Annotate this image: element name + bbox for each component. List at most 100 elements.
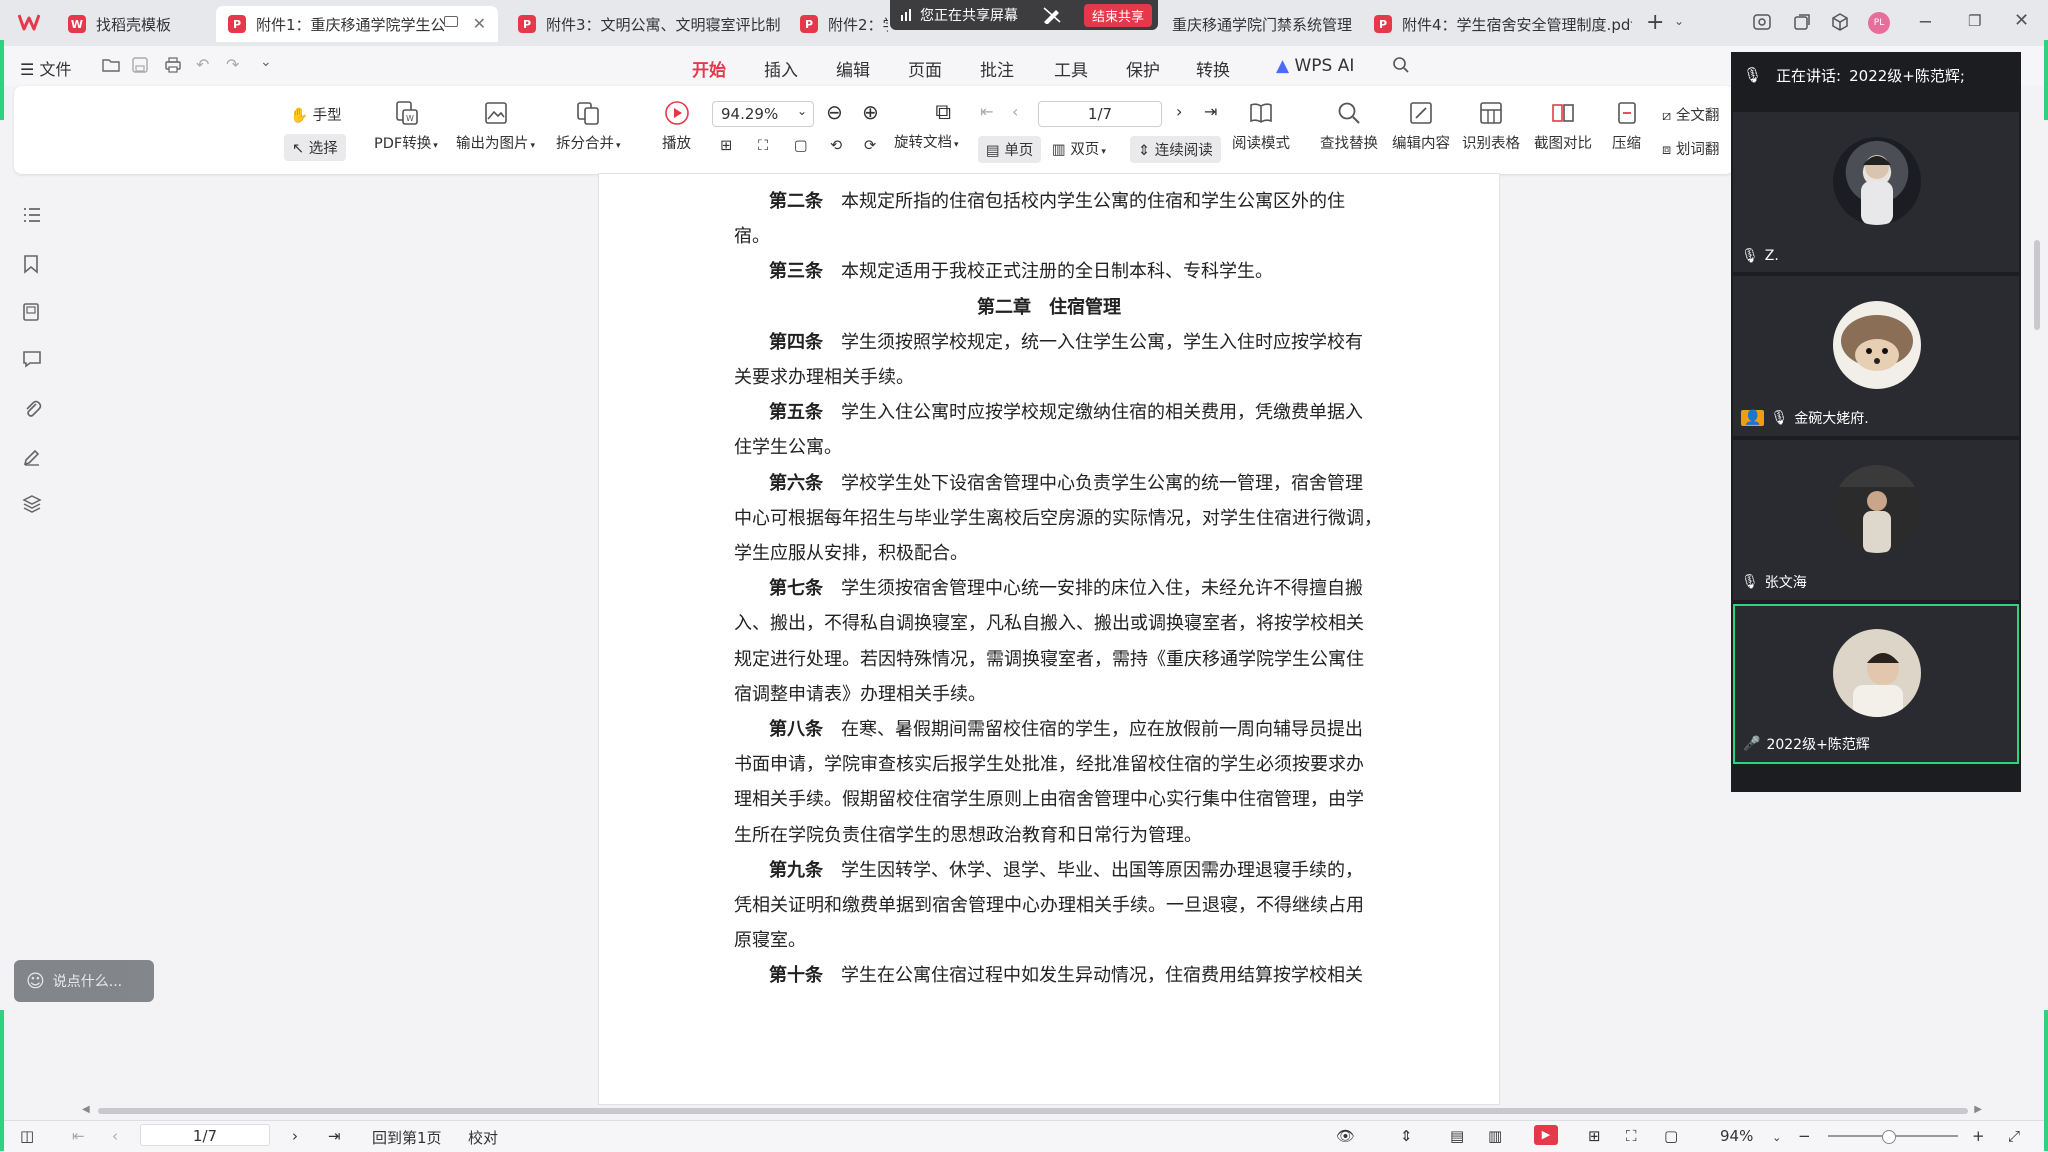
new-tab-button[interactable]: +: [1646, 10, 1664, 35]
scroll-thumb[interactable]: [98, 1108, 1968, 1114]
participant-tile[interactable]: 🎙 张文海: [1733, 440, 2019, 600]
outline-icon[interactable]: [22, 206, 42, 228]
tab-attachment-1[interactable]: P 附件1：重庆移通学院学生公 ✕: [216, 6, 498, 42]
menu-wps-ai[interactable]: ▲ WPS AI: [1276, 56, 1354, 76]
zoom-slider-handle[interactable]: [1882, 1130, 1896, 1144]
last-page-status-icon[interactable]: ⇥: [328, 1127, 341, 1145]
actual-size-status-icon[interactable]: ▢: [1664, 1127, 1678, 1145]
pdf-convert-button[interactable]: W PDF转换 ▾: [374, 100, 438, 153]
read-mode-button[interactable]: 阅读模式: [1232, 100, 1290, 153]
screenshot-icon[interactable]: [1752, 12, 1772, 32]
tab-list-chevron-icon[interactable]: ⌄: [1674, 14, 1684, 28]
end-share-button[interactable]: 结束共享: [1083, 4, 1152, 27]
bookmark-icon[interactable]: [22, 254, 40, 278]
double-status-icon[interactable]: ▥: [1488, 1127, 1502, 1145]
wps-logo-icon[interactable]: [18, 12, 40, 32]
chat-input[interactable]: ☺ 说点什么...: [14, 960, 154, 1002]
sidebar-toggle-icon[interactable]: ◫: [20, 1127, 34, 1145]
window-switch-icon[interactable]: [1792, 12, 1812, 32]
screenshot-compare-button[interactable]: 截图对比: [1534, 100, 1592, 153]
save-icon[interactable]: [132, 57, 148, 73]
single-page-button[interactable]: ▤ 单页: [978, 136, 1042, 163]
menu-protect[interactable]: 保护: [1126, 56, 1160, 81]
tab-access-control[interactable]: 重庆移通学院门禁系统管理: [1160, 6, 1360, 42]
double-page-button[interactable]: ▥ 双页 ▾: [1052, 138, 1106, 159]
prev-page-status-icon[interactable]: ‹: [112, 1127, 118, 1145]
zoom-select[interactable]: 94.29% ⌄: [712, 101, 814, 127]
single-status-icon[interactable]: ▤: [1450, 1127, 1464, 1145]
print-icon[interactable]: [164, 57, 182, 73]
menu-convert[interactable]: 转换: [1196, 56, 1230, 81]
close-tab-icon[interactable]: ✕: [473, 14, 486, 33]
fit-page-status-icon[interactable]: ⛶: [1626, 1127, 1637, 1145]
fullscreen-icon[interactable]: ⤢: [2008, 1127, 2020, 1145]
zoom-in-icon[interactable]: ⊕: [862, 100, 879, 124]
next-page-icon[interactable]: ›: [1176, 102, 1182, 121]
fit-page-icon[interactable]: ⛶: [758, 138, 768, 154]
open-folder-icon[interactable]: [102, 57, 120, 73]
search-icon[interactable]: [1392, 56, 1410, 74]
undo-icon[interactable]: ↶: [196, 55, 209, 74]
zoom-slider[interactable]: [1828, 1130, 1958, 1144]
file-menu[interactable]: ☰ 文件: [20, 56, 71, 80]
minimize-button[interactable]: ─: [1920, 12, 1931, 33]
select-tool[interactable]: ↖ 选择: [284, 134, 346, 161]
annotate-icon[interactable]: [1042, 6, 1062, 24]
restore-button[interactable]: ❐: [1968, 12, 1981, 30]
zoom-out-status-icon[interactable]: −: [1798, 1127, 1811, 1145]
zoom-status-select[interactable]: 94% ⌄: [1720, 1127, 1781, 1145]
hand-tool[interactable]: ✋ 手型: [290, 104, 342, 125]
status-page-input[interactable]: 1/7: [140, 1124, 270, 1146]
fit-width-icon[interactable]: ⊞: [720, 138, 732, 154]
rotate-left-icon[interactable]: ⟲: [830, 138, 842, 154]
fulltext-translate-button[interactable]: ⧄ 全文翻: [1662, 104, 1728, 125]
menu-edit[interactable]: 编辑: [836, 56, 870, 81]
menu-page[interactable]: 页面: [908, 56, 942, 81]
user-avatar[interactable]: PL: [1868, 12, 1890, 34]
layers-icon[interactable]: [22, 494, 42, 518]
eye-icon[interactable]: 👁: [1336, 1127, 1355, 1145]
signature-icon[interactable]: [22, 446, 42, 470]
menu-annotate[interactable]: 批注: [980, 56, 1014, 81]
recognize-table-button[interactable]: 识别表格: [1462, 100, 1520, 153]
fit-width-status-icon[interactable]: ⊞: [1588, 1127, 1601, 1145]
find-replace-button[interactable]: 查找替换: [1320, 100, 1378, 153]
menu-start[interactable]: 开始: [692, 56, 726, 89]
redo-icon[interactable]: ↷: [226, 55, 239, 74]
rotate-right-icon[interactable]: ⟳: [864, 138, 876, 154]
attachment-icon[interactable]: [22, 398, 42, 422]
scroll-right-arrow[interactable]: ▶: [1974, 1104, 1982, 1115]
participant-tile[interactable]: 👤 🎙 金碗大姥府.: [1733, 276, 2019, 436]
page-input[interactable]: 1/7: [1038, 101, 1162, 127]
comment-icon[interactable]: [22, 350, 42, 372]
prev-page-icon[interactable]: ‹: [1012, 102, 1018, 121]
menu-tools[interactable]: 工具: [1054, 56, 1088, 81]
proofread-button[interactable]: 校对: [468, 1127, 498, 1148]
actual-size-icon[interactable]: ▢: [794, 138, 808, 154]
more-chevron-icon[interactable]: ⌄: [260, 54, 272, 70]
tab-attachment-2[interactable]: P 附件2：学: [788, 6, 888, 42]
split-merge-button[interactable]: 拆分合并 ▾: [556, 100, 621, 153]
tab-template[interactable]: W 找稻壳模板: [56, 6, 208, 42]
participant-tile[interactable]: 🎙 Z.: [1733, 112, 2019, 272]
first-page-icon[interactable]: ⇤: [980, 102, 993, 121]
next-page-status-icon[interactable]: ›: [292, 1127, 298, 1145]
export-image-button[interactable]: 输出为图片 ▾: [456, 100, 535, 153]
participant-tile-speaking[interactable]: 🎤 2022级+陈范辉: [1733, 604, 2019, 764]
edit-content-button[interactable]: 编辑内容: [1392, 100, 1450, 153]
continuous-status-icon[interactable]: ⇕: [1400, 1127, 1413, 1145]
compress-button[interactable]: 压缩: [1612, 100, 1641, 153]
zoom-in-status-icon[interactable]: +: [1972, 1127, 1985, 1145]
zoom-out-icon[interactable]: ⊖: [826, 100, 843, 124]
vertical-scrollbar[interactable]: [2034, 240, 2040, 330]
play-button[interactable]: 播放: [662, 100, 691, 153]
rotate-document-button[interactable]: ⧉ 旋转文档 ▾: [894, 100, 959, 152]
menu-insert[interactable]: 插入: [764, 56, 798, 81]
tab-attachment-3[interactable]: P 附件3：文明公寓、文明寝室评比制: [506, 6, 780, 42]
first-page-status-icon[interactable]: ⇤: [72, 1127, 85, 1145]
horizontal-scrollbar[interactable]: ◀ ▶: [82, 1104, 1982, 1118]
thumbnail-icon[interactable]: [22, 302, 40, 326]
back-to-first-button[interactable]: 回到第1页: [372, 1127, 442, 1148]
word-translate-button[interactable]: ⧈ 划词翻: [1662, 138, 1728, 159]
close-window-button[interactable]: ✕: [2014, 10, 2029, 31]
